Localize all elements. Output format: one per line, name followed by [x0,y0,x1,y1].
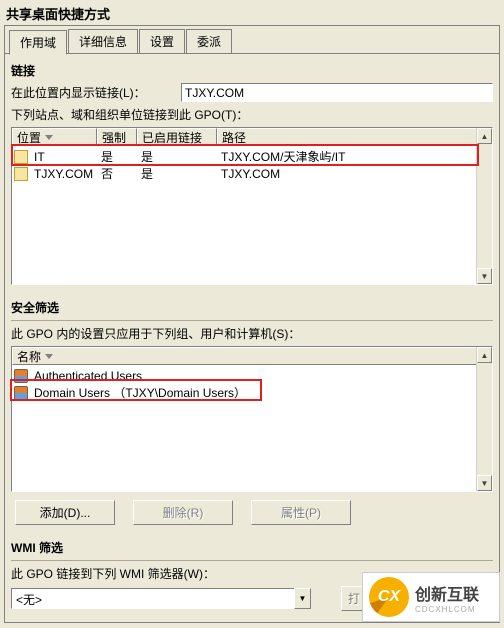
logo-text: 创新互联 [415,581,479,605]
show-links-input[interactable] [181,83,493,102]
logo-glyph: CX [369,577,409,617]
table-row[interactable]: TJXY.COM 否 是 TJXY.COM [12,165,492,182]
wmi-filter-select[interactable]: <无> ▼ [11,588,311,609]
ou-icon [14,167,28,181]
links-list[interactable]: 位置 强制 已启用链接 路径 IT 是 是 TJXY.COM/天津象屿/IT T… [11,127,493,285]
properties-button: 属性(P) [251,500,351,525]
cell-name: Domain Users （TJXY\Domain Users） [30,384,250,401]
cell-loc: IT [30,150,97,164]
group-icon [14,369,28,383]
cell-enabled: 是 [137,148,217,165]
links-heading: 链接 [11,62,493,79]
remove-button: 删除(R) [133,500,233,525]
col-location[interactable]: 位置 [12,128,97,146]
scroll-up-icon[interactable]: ▲ [477,128,492,144]
cell-loc: TJXY.COM [30,167,97,181]
col-path[interactable]: 路径 [217,128,492,146]
tab-details[interactable]: 详细信息 [68,29,138,53]
scroll-down-icon[interactable]: ▼ [477,268,492,284]
logo-subtext: CDCXHLCOM [415,605,479,614]
cell-enabled: 是 [137,165,217,182]
wmi-heading: WMI 筛选 [11,539,493,556]
security-heading: 安全筛选 [11,299,493,316]
window-title: 共享桌面快捷方式 [0,0,504,25]
show-links-label: 在此位置内显示链接(L)： [11,84,181,101]
tab-delegation[interactable]: 委派 [186,29,232,53]
tab-settings[interactable]: 设置 [139,29,185,53]
col-name[interactable]: 名称 [12,347,492,365]
col-enabled[interactable]: 已启用链接 [137,128,217,146]
cell-path: TJXY.COM/天津象屿/IT [217,148,492,165]
cell-force: 否 [97,165,137,182]
watermark-logo: CX 创新互联 CDCXHLCOM [362,572,500,622]
ou-icon [14,150,28,164]
scrollbar[interactable]: ▲ ▼ [476,128,492,284]
add-button[interactable]: 添加(D)... [15,500,115,525]
col-force[interactable]: 强制 [97,128,137,146]
cell-path: TJXY.COM [217,167,492,181]
links-list-header: 位置 强制 已启用链接 路径 [12,128,492,146]
security-desc: 此 GPO 内的设置只应用于下列组、用户和计算机(S)： [11,325,493,342]
list-item[interactable]: Domain Users （TJXY\Domain Users） [12,384,492,401]
scroll-down-icon[interactable]: ▼ [477,475,492,491]
group-icon [14,386,28,400]
tab-scope[interactable]: 作用域 [9,30,67,55]
scrollbar[interactable]: ▲ ▼ [476,347,492,491]
security-list[interactable]: 名称 Authenticated Users Domain Users （TJX… [11,346,493,492]
chevron-down-icon[interactable]: ▼ [294,588,311,609]
tab-strip: 作用域 详细信息 设置 委派 [5,26,499,54]
scroll-up-icon[interactable]: ▲ [477,347,492,363]
table-row[interactable]: IT 是 是 TJXY.COM/天津象屿/IT [12,148,492,165]
cell-force: 是 [97,148,137,165]
linked-sites-label: 下列站点、域和组织单位链接到此 GPO(T)： [11,106,248,123]
cell-name: Authenticated Users [30,369,146,383]
list-item[interactable]: Authenticated Users [12,367,492,384]
wmi-filter-value: <无> [11,588,294,609]
